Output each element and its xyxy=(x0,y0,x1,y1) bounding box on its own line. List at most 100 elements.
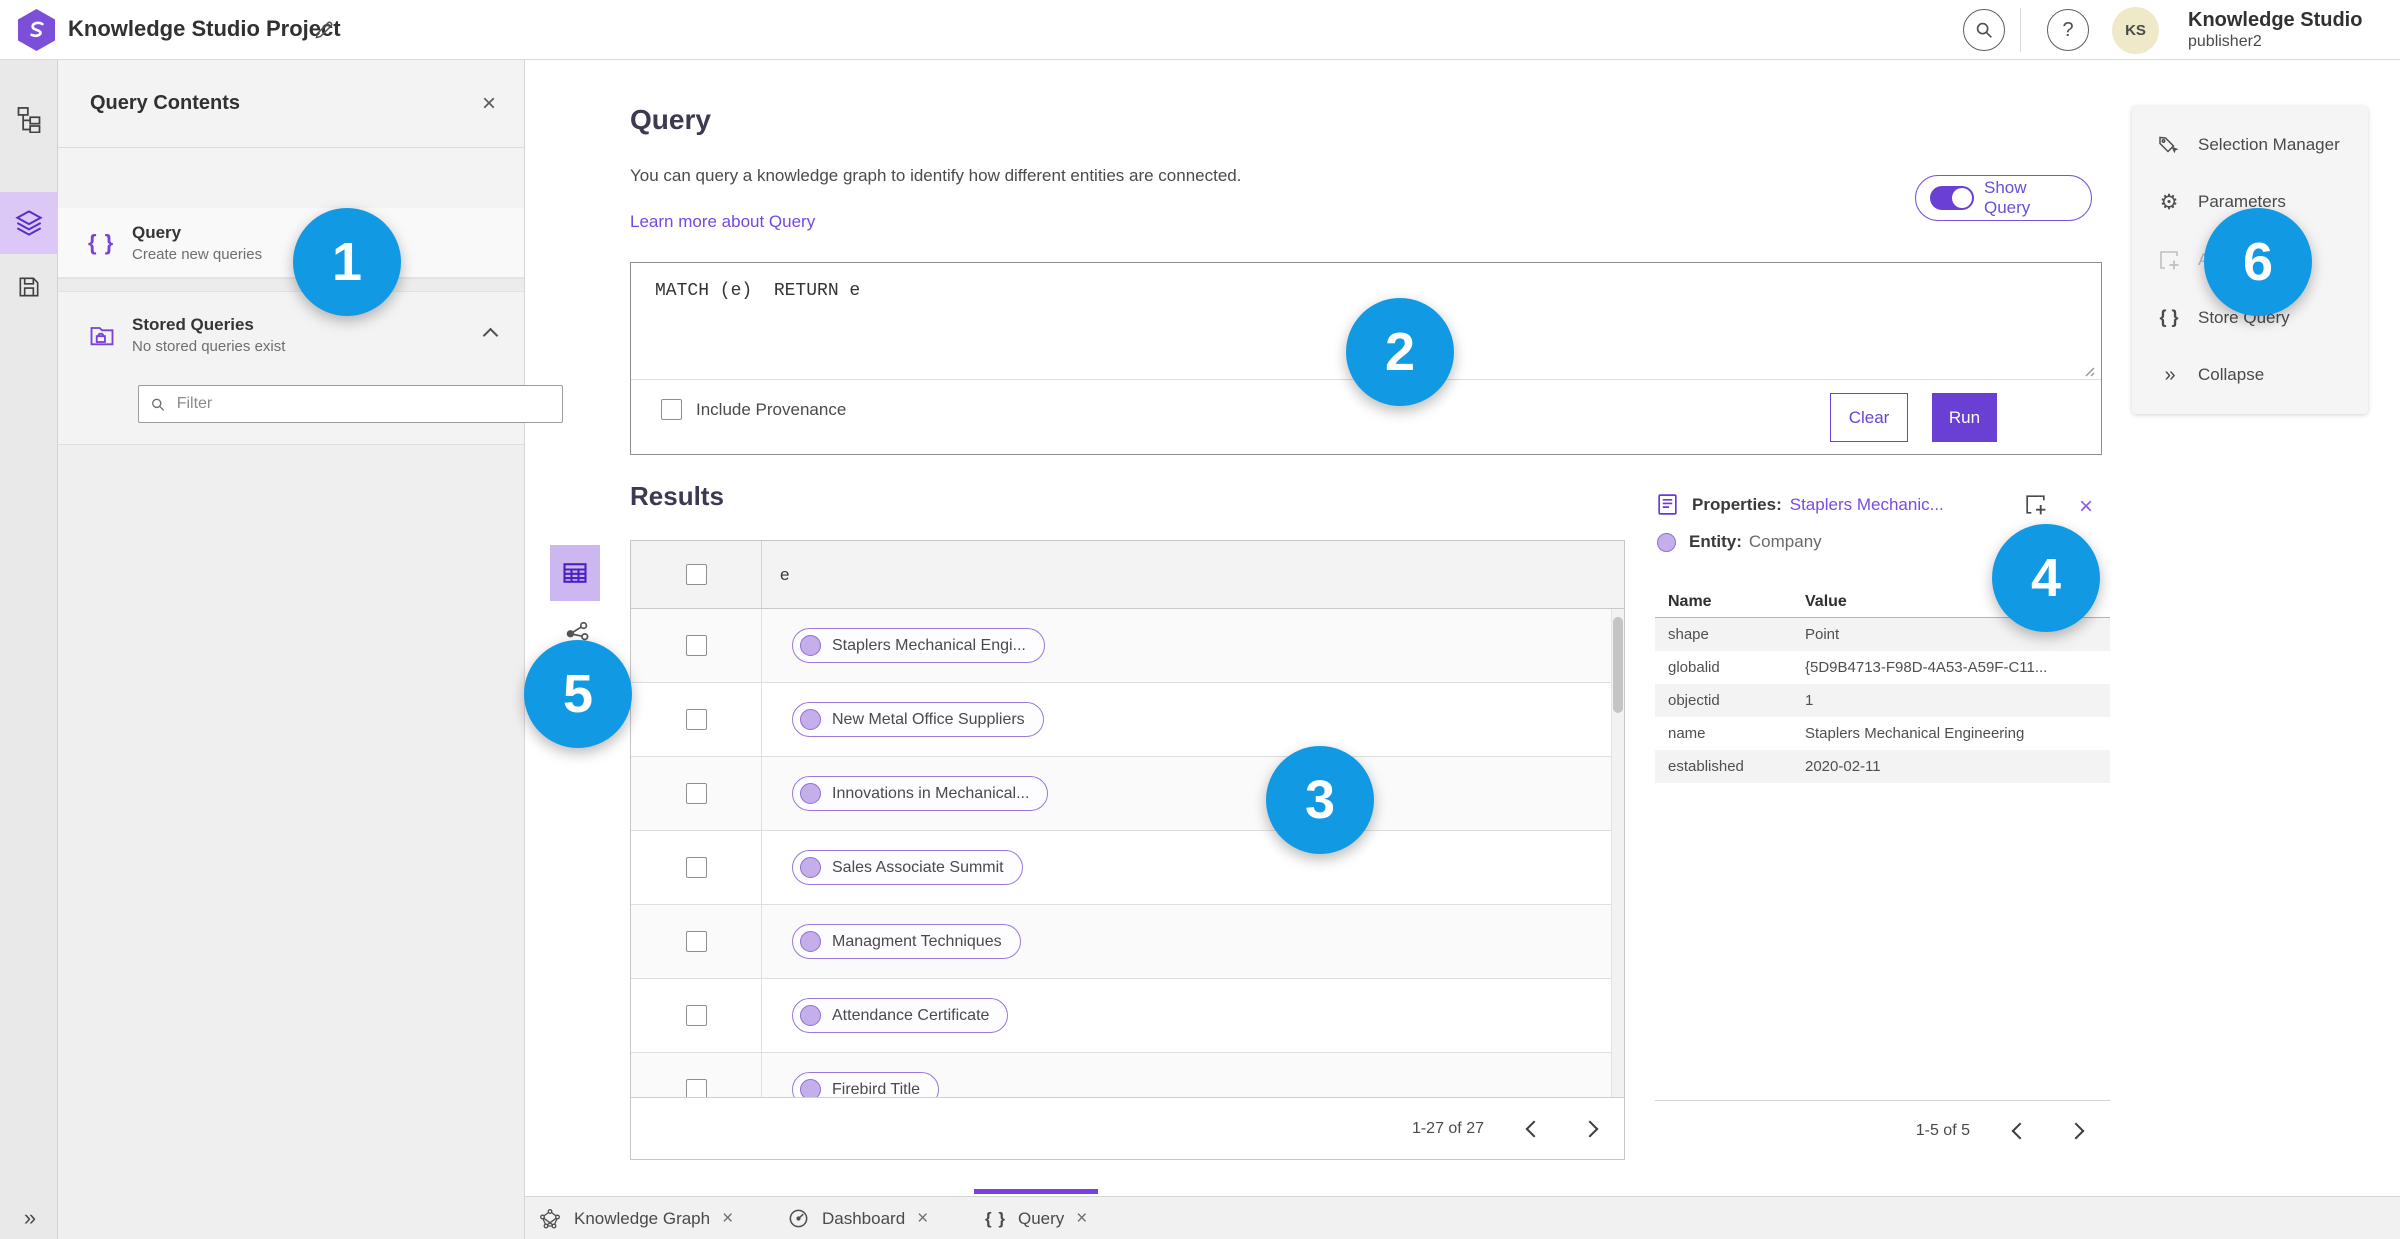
data-model-icon xyxy=(17,107,41,133)
entity-chip[interactable]: New Metal Office Suppliers xyxy=(792,702,1044,737)
knowledge-graph-icon xyxy=(540,1208,560,1228)
results-table-header: e xyxy=(631,541,1624,609)
table-row[interactable]: New Metal Office Suppliers xyxy=(631,683,1624,757)
entity-chip[interactable]: Innovations in Mechanical... xyxy=(792,776,1049,811)
include-provenance-option[interactable]: Include Provenance xyxy=(661,399,846,420)
save-icon xyxy=(19,277,39,297)
row-checkbox[interactable] xyxy=(685,931,707,952)
expand-rail-button[interactable]: » xyxy=(0,1205,58,1231)
avatar[interactable]: KS xyxy=(2112,7,2159,54)
show-query-toggle[interactable]: Show Query xyxy=(1915,175,2092,221)
include-provenance-checkbox[interactable] xyxy=(661,399,682,420)
entity-dot-icon xyxy=(1657,532,1676,552)
braces-icon: { } xyxy=(2159,307,2179,328)
row-checkbox[interactable] xyxy=(685,709,707,730)
clear-button[interactable]: Clear xyxy=(1830,393,1908,442)
search-icon xyxy=(1976,22,1992,38)
row-checkbox[interactable] xyxy=(685,783,707,804)
row-checkbox[interactable] xyxy=(685,1005,707,1026)
entity-chip[interactable]: Firebird Title xyxy=(792,1072,940,1099)
properties-entity-link[interactable]: Staplers Mechanic... xyxy=(1790,495,1944,515)
query-code-input[interactable]: MATCH (e) RETURN e xyxy=(655,281,860,301)
filter-search-icon xyxy=(152,398,165,411)
rail-item-data-model[interactable] xyxy=(0,88,58,150)
entity-chip[interactable]: Staplers Mechanical Engi... xyxy=(792,628,1045,663)
filter-input[interactable] xyxy=(176,395,552,413)
chevron-right-icon[interactable] xyxy=(1581,1120,1599,1137)
results-table-body: Staplers Mechanical Engi... New Metal Of… xyxy=(631,609,1624,1099)
rail-item-layers-active[interactable] xyxy=(0,192,58,254)
close-tab-icon[interactable]: × xyxy=(917,1208,928,1230)
table-row[interactable]: Managment Techniques xyxy=(631,905,1624,979)
filter-field[interactable] xyxy=(138,385,563,423)
left-rail: » xyxy=(0,60,58,1239)
table-scrollbar[interactable] xyxy=(1611,609,1624,1099)
toggle-track[interactable] xyxy=(1930,186,1974,210)
rail-item-save[interactable] xyxy=(0,256,58,318)
edit-title-icon[interactable] xyxy=(312,18,336,42)
stored-queries-list-area xyxy=(58,444,524,1239)
app-logo-icon[interactable] xyxy=(18,9,55,51)
close-panel-button[interactable]: × xyxy=(482,90,496,118)
contents-item-query[interactable]: { } Query Create new queries xyxy=(58,208,524,278)
learn-more-link[interactable]: Learn more about Query xyxy=(630,212,815,232)
table-row[interactable]: Firebird Title xyxy=(631,1053,1624,1099)
property-row: globalid {5D9B4713-F98D-4A53-A59F-C11... xyxy=(1668,659,2048,676)
table-row[interactable]: Staplers Mechanical Engi... xyxy=(631,609,1624,683)
help-icon: ? xyxy=(2062,18,2074,41)
user-name: Knowledge Studio xyxy=(2188,9,2363,31)
column-header-e[interactable]: e xyxy=(761,541,1624,608)
entity-chip[interactable]: Attendance Certificate xyxy=(792,998,1009,1033)
stored-queries-folder-icon xyxy=(90,327,114,346)
query-item-title: Query xyxy=(132,222,182,242)
results-page-info: 1-27 of 27 xyxy=(1411,1119,1484,1137)
table-view-button-active[interactable] xyxy=(550,545,600,601)
contents-item-stored-queries[interactable]: Stored Queries No stored queries exist xyxy=(58,292,524,378)
entity-dot-icon xyxy=(800,931,821,952)
knowledge-studio-app: Knowledge Studio Project ? KS Knowledge … xyxy=(0,0,2400,1239)
close-tab-icon[interactable]: × xyxy=(722,1208,733,1230)
user-menu[interactable]: Knowledge Studio publisher2 xyxy=(2188,8,2362,51)
table-row[interactable]: Sales Associate Summit xyxy=(631,831,1624,905)
table-row[interactable]: Innovations in Mechanical... xyxy=(631,757,1624,831)
close-tab-icon[interactable]: × xyxy=(1076,1208,1087,1230)
add-to-selection-button[interactable] xyxy=(2023,492,2048,522)
callout-5: 5 xyxy=(524,640,632,748)
dashboard-gauge-icon xyxy=(789,1209,808,1228)
chevron-right-icon[interactable] xyxy=(2067,1122,2085,1139)
entity-dot-icon xyxy=(800,783,821,804)
scrollbar-thumb[interactable] xyxy=(1613,617,1623,713)
select-all-checkbox[interactable] xyxy=(685,564,707,585)
entity-chip[interactable]: Managment Techniques xyxy=(792,924,1021,959)
row-checkbox[interactable] xyxy=(685,857,707,878)
query-description: You can query a knowledge graph to ident… xyxy=(630,166,1242,185)
entity-chip[interactable]: Sales Associate Summit xyxy=(792,850,1023,885)
menu-item-collapse[interactable]: » Collapse xyxy=(2132,346,2368,404)
close-properties-button[interactable]: × xyxy=(2079,493,2093,521)
braces-icon: { } xyxy=(88,229,115,255)
show-query-label: Show Query xyxy=(1984,178,2031,217)
entity-dot-icon xyxy=(800,635,821,656)
help-button[interactable]: ? xyxy=(2047,9,2089,51)
properties-label: Properties: xyxy=(1692,494,1782,514)
tab-query-active[interactable]: { } Query × xyxy=(985,1197,1087,1239)
tab-dashboard[interactable]: Dashboard × xyxy=(787,1197,928,1239)
property-row: established 2020-02-11 xyxy=(1655,750,2110,783)
resize-handle[interactable] xyxy=(2081,363,2095,382)
row-checkbox[interactable] xyxy=(685,1079,707,1099)
entity-dot-icon xyxy=(800,1005,821,1026)
tab-knowledge-graph[interactable]: Knowledge Graph × xyxy=(538,1197,733,1239)
search-button[interactable] xyxy=(1963,9,2005,51)
property-row: objectid 1 xyxy=(1655,684,2110,717)
callout-6: 6 xyxy=(2204,208,2312,316)
collapse-section-icon[interactable] xyxy=(482,327,499,343)
menu-item-selection-manager[interactable]: Selection Manager xyxy=(2132,116,2368,174)
chevron-left-icon[interactable] xyxy=(2011,1122,2029,1139)
run-button[interactable]: Run xyxy=(1932,393,1997,442)
entity-dot-icon xyxy=(800,1079,821,1099)
braces-icon: { } xyxy=(985,1208,1006,1228)
table-row[interactable]: Attendance Certificate xyxy=(631,979,1624,1053)
query-contents-panel: Query Contents × { } Query Create new qu… xyxy=(58,60,563,1239)
row-checkbox[interactable] xyxy=(685,635,707,656)
chevron-left-icon[interactable] xyxy=(1525,1120,1543,1137)
